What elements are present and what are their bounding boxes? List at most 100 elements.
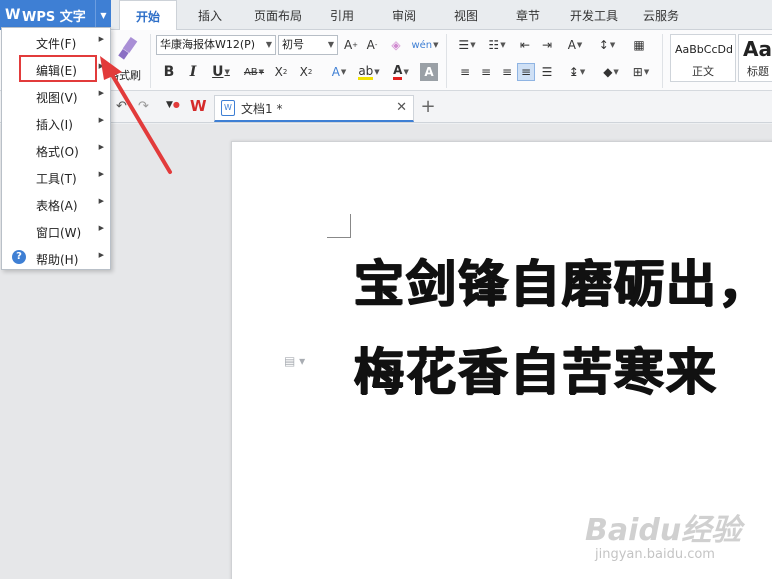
increase-indent-icon[interactable]: ⇥ (538, 36, 556, 54)
menu-tab-bar: W WPS 文字 ▼ 开始 插入 页面布局 引用 审阅 视图 章节 开发工具 云… (0, 0, 772, 31)
font-size-select[interactable]: 初号 ▼ (278, 35, 338, 55)
distributed-icon[interactable]: ☰ (538, 63, 556, 81)
new-tab-button[interactable]: + (418, 96, 438, 118)
style-name: 正文 (692, 65, 714, 78)
menu-item-label: 格式(O) (36, 145, 79, 159)
tab-insert[interactable]: 插入 (185, 0, 235, 30)
border-icon[interactable]: ⊞ ▼ (628, 63, 654, 81)
strikethrough-icon[interactable]: AB ▼ (240, 63, 268, 81)
menu-item-label: 视图(V) (36, 91, 78, 105)
align-left-icon[interactable]: ≡ (456, 63, 474, 81)
document-text-line[interactable]: 梅花香自苦寒来 (354, 332, 718, 404)
font-name-select[interactable]: 华康海报体W12(P) ▼ (156, 35, 276, 55)
ribbon-divider (662, 34, 663, 88)
font-name-value: 华康海报体W12(P) (160, 38, 256, 51)
chevron-right-icon: ▶ (98, 89, 104, 97)
italic-icon[interactable]: I (184, 63, 202, 81)
chevron-right-icon: ▶ (98, 170, 104, 178)
document-icon: W (221, 100, 235, 116)
document-text-line[interactable]: 宝剑锋自磨砺出， (354, 244, 770, 316)
bold-icon[interactable]: B (160, 63, 178, 81)
menu-item-window[interactable]: 窗口(W) ▶ (2, 217, 110, 244)
align-center-icon[interactable]: ≡ (477, 63, 495, 81)
menu-item-tools[interactable]: 工具(T) ▶ (2, 163, 110, 190)
subscript-icon[interactable]: X2 (297, 63, 315, 81)
style-name: 标题 (747, 65, 769, 78)
app-dropdown-menu: 文件(F) ▶ 编辑(E) ▶ 视图(V) ▶ 插入(I) ▶ 格式(O) ▶ … (1, 27, 111, 270)
chevron-right-icon: ▶ (98, 116, 104, 124)
document-tab[interactable]: W 文档1 * ✕ (214, 95, 414, 122)
tab-review[interactable]: 审阅 (382, 0, 426, 30)
menu-item-format[interactable]: 格式(O) ▶ (2, 136, 110, 163)
tab-home[interactable]: 开始 (119, 0, 177, 31)
chevron-right-icon: ▶ (98, 197, 104, 205)
chevron-down-icon: ▼ (327, 40, 334, 49)
grow-font-icon[interactable]: A + (342, 36, 360, 54)
tab-developer[interactable]: 开发工具 (563, 0, 625, 30)
clear-format-icon[interactable]: ◈ (387, 36, 405, 54)
chevron-right-icon: ▶ (98, 224, 104, 232)
font-size-value: 初号 (282, 38, 304, 51)
style-normal[interactable]: AaBbCcDd 正文 (670, 34, 736, 82)
watermark-logo: Baidu经验 (585, 513, 742, 548)
tab-page-layout[interactable]: 页面布局 (245, 0, 311, 30)
app-title: WPS 文字 (22, 9, 86, 25)
menu-item-insert[interactable]: 插入(I) ▶ (2, 109, 110, 136)
phonetic-guide-icon[interactable]: wén ▼ (411, 36, 438, 54)
margin-corner-mark (327, 214, 351, 238)
highlight-color-icon[interactable]: ab ▼ (356, 63, 382, 81)
style-sample: Aa (743, 37, 772, 61)
wps-app-menu-button[interactable]: W WPS 文字 ▼ (0, 0, 111, 30)
line-spacing-icon[interactable]: ↨ ▼ (564, 63, 590, 81)
underline-icon[interactable]: U ▼ (208, 63, 234, 81)
ribbon-divider (150, 34, 151, 88)
menu-item-help[interactable]: ? 帮助(H) ▶ (2, 244, 110, 271)
chevron-right-icon: ▶ (98, 143, 104, 151)
format-painter-button[interactable]: 格式刷 (108, 34, 146, 86)
chevron-right-icon: ▶ (98, 35, 104, 43)
tab-references[interactable]: 引用 (320, 0, 364, 30)
paragraph-layout-icon[interactable]: ▤ ▾ (284, 354, 305, 368)
menu-item-file[interactable]: 文件(F) ▶ (2, 28, 110, 55)
superscript-icon[interactable]: X2 (272, 63, 290, 81)
watermark-url: jingyan.baidu.com (595, 547, 715, 562)
numbered-list-icon[interactable]: ☷ ▼ (484, 36, 510, 54)
shrink-font-icon[interactable]: A- (363, 36, 381, 54)
chevron-down-icon[interactable]: ▼ (95, 0, 111, 30)
shading-fill-icon[interactable]: ◆ ▼ (598, 63, 624, 81)
watermark: Baidu经验 jingyan.baidu.com (585, 505, 765, 570)
tab-cloud[interactable]: 云服务 (636, 0, 686, 30)
justify-icon[interactable]: ≡ (517, 63, 535, 81)
wps-docer-icon[interactable]: W (190, 97, 207, 115)
menu-item-view[interactable]: 视图(V) ▶ (2, 82, 110, 109)
document-tab-bar: ↶ ↷ ▼● W W 文档1 * ✕ + (0, 91, 772, 123)
menu-item-label: 窗口(W) (36, 226, 82, 240)
ribbon-toolbar: 格式刷 华康海报体W12(P) ▼ 初号 ▼ A + A- ◈ wén ▼ B I … (0, 30, 772, 91)
decrease-indent-icon[interactable]: ⇤ (516, 36, 534, 54)
char-shading-icon[interactable]: A (420, 63, 438, 81)
menu-item-label: 帮助(H) (36, 253, 79, 267)
chevron-right-icon: ▶ (98, 251, 104, 259)
text-effect-icon[interactable]: A ▼ (326, 63, 352, 81)
undo-icon[interactable]: ↶ (116, 99, 127, 114)
table-grid-icon[interactable]: ▦ (630, 36, 648, 54)
menu-item-label: 工具(T) (36, 172, 77, 186)
redo-icon[interactable]: ↷ (138, 99, 149, 114)
style-heading[interactable]: Aa 标题 (738, 34, 772, 82)
bullet-list-icon[interactable]: ☰ ▼ (454, 36, 480, 54)
font-color-icon[interactable]: A ▼ (388, 63, 414, 81)
chinese-layout-icon[interactable]: A ▼ (562, 36, 588, 54)
align-right-icon[interactable]: ≡ (498, 63, 516, 81)
chevron-right-icon: ▶ (98, 62, 104, 70)
help-icon: ? (12, 250, 26, 264)
close-icon[interactable]: ✕ (396, 100, 407, 115)
tab-view[interactable]: 视图 (444, 0, 488, 30)
sort-icon[interactable]: ↕ ▼ (594, 36, 620, 54)
highlight-box (19, 55, 97, 82)
menu-item-label: 文件(F) (36, 37, 77, 51)
chevron-down-icon: ▼ (265, 40, 272, 49)
customize-quick-access-icon[interactable]: ▼● (166, 100, 180, 110)
menu-item-table[interactable]: 表格(A) ▶ (2, 190, 110, 217)
menu-item-label: 插入(I) (36, 118, 73, 132)
tab-chapter[interactable]: 章节 (506, 0, 550, 30)
